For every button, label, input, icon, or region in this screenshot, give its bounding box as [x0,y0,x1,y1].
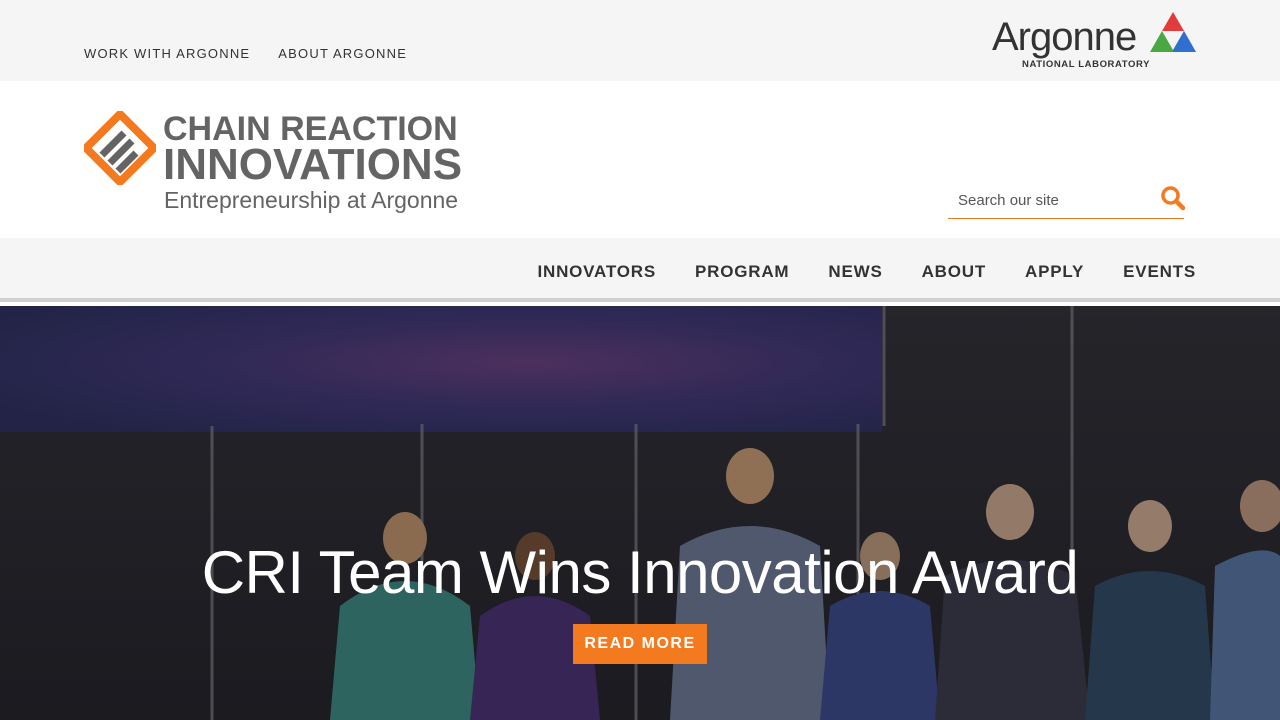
cri-logo-mark-icon [84,111,156,185]
logo-tagline: Entrepreneurship at Argonne [164,187,459,213]
argonne-triangle-icon [1150,12,1196,52]
site-header: CHAIN REACTION INNOVATIONS Entrepreneurs… [0,81,1280,238]
main-nav: INNOVATORS PROGRAM NEWS ABOUT APPLY EVEN… [0,238,1280,302]
nav-item-program[interactable]: PROGRAM [695,262,789,282]
argonne-logo[interactable]: Argonne NATIONAL LABORATORY [992,12,1198,70]
argonne-wordmark: Argonne [992,15,1137,59]
nav-item-about[interactable]: ABOUT [922,262,986,282]
nav-item-apply[interactable]: APPLY [1025,262,1084,282]
utility-links: WORK WITH ARGONNE ABOUT ARGONNE [84,46,407,61]
read-more-button[interactable]: READ MORE [573,624,707,664]
cri-logo[interactable]: CHAIN REACTION INNOVATIONS Entrepreneurs… [84,109,484,213]
nav-item-news[interactable]: NEWS [828,262,882,282]
nav-item-events[interactable]: EVENTS [1123,262,1196,282]
about-argonne-link[interactable]: ABOUT ARGONNE [278,46,407,61]
search-input[interactable] [948,185,1148,215]
hero-title: CRI Team Wins Innovation Award [201,539,1079,606]
search-icon[interactable] [1160,185,1186,211]
utility-bar: WORK WITH ARGONNE ABOUT ARGONNE Argonne … [0,0,1280,81]
site-search [948,181,1186,219]
argonne-subtitle: NATIONAL LABORATORY [1022,59,1151,70]
work-with-argonne-link[interactable]: WORK WITH ARGONNE [84,46,250,61]
main-nav-items: INNOVATORS PROGRAM NEWS ABOUT APPLY EVEN… [537,262,1196,282]
logo-line-innovations: INNOVATIONS [163,140,463,189]
hero-banner: CRI Team Wins Innovation Award READ MORE [0,306,1280,720]
nav-item-innovators[interactable]: INNOVATORS [537,262,656,282]
